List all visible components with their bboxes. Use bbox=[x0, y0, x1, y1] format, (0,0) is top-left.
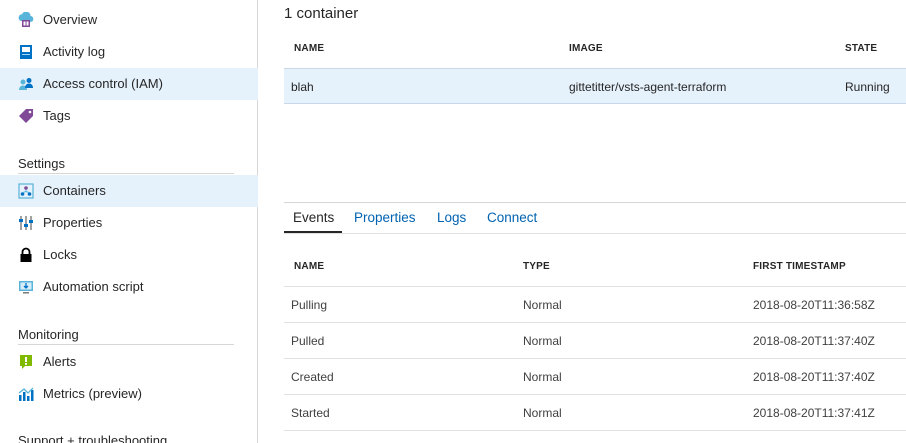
sidebar: Overview Activity log Access control (IA… bbox=[0, 0, 258, 443]
event-timestamp: 2018-08-20T11:37:41Z bbox=[753, 406, 875, 420]
container-row[interactable]: blah gittetitter/vsts-agent-terraform Ru… bbox=[284, 68, 906, 104]
iam-icon bbox=[19, 78, 33, 90]
automation-script-icon bbox=[19, 281, 33, 294]
section-divider bbox=[18, 344, 234, 345]
container-image: gittetitter/vsts-agent-terraform bbox=[569, 80, 727, 94]
container-count-title: 1 container bbox=[284, 5, 359, 22]
event-type: Normal bbox=[523, 298, 562, 312]
sidebar-item-automation-script[interactable]: Automation script bbox=[0, 271, 258, 303]
monitoring-section-title: Monitoring bbox=[18, 327, 79, 342]
sidebar-item-properties[interactable]: Properties bbox=[0, 207, 258, 239]
event-type: Normal bbox=[523, 406, 562, 420]
tab-logs[interactable]: Logs bbox=[437, 210, 466, 225]
column-header-name[interactable]: NAME bbox=[294, 261, 324, 272]
sidebar-item-label: Containers bbox=[43, 183, 106, 198]
sidebar-item-label: Properties bbox=[43, 215, 103, 230]
event-type: Normal bbox=[523, 334, 562, 348]
event-type: Normal bbox=[523, 370, 562, 384]
sidebar-item-label: Activity log bbox=[43, 44, 106, 59]
activity-log-icon bbox=[20, 45, 32, 59]
column-header-name[interactable]: NAME bbox=[294, 43, 324, 54]
sidebar-item-label: Access control (IAM) bbox=[43, 76, 163, 91]
settings-section-title: Settings bbox=[18, 156, 65, 171]
main-content: 1 container NAME IMAGE STATE blah gittet… bbox=[258, 0, 906, 443]
event-timestamp: 2018-08-20T11:37:40Z bbox=[753, 370, 875, 384]
table-row[interactable]: Pulled Normal 2018-08-20T11:37:40Z bbox=[284, 323, 906, 359]
table-row[interactable]: Started Normal 2018-08-20T11:37:41Z bbox=[284, 395, 906, 431]
table-row[interactable]: Created Normal 2018-08-20T11:37:40Z bbox=[284, 359, 906, 395]
sidebar-item-tags[interactable]: Tags bbox=[0, 100, 258, 132]
sidebar-item-label: Automation script bbox=[43, 279, 144, 294]
column-header-state[interactable]: STATE bbox=[845, 43, 877, 54]
sidebar-item-label: Overview bbox=[43, 12, 98, 27]
sidebar-item-label: Tags bbox=[43, 108, 71, 123]
tag-icon bbox=[19, 109, 33, 123]
sidebar-item-label: Alerts bbox=[43, 354, 77, 369]
containers-icon bbox=[18, 183, 34, 199]
sidebar-item-alerts[interactable]: Alerts bbox=[0, 346, 258, 378]
properties-icon bbox=[19, 216, 33, 230]
event-name: Started bbox=[291, 406, 330, 420]
support-section-title: Support + troubleshooting bbox=[18, 433, 168, 443]
section-divider bbox=[284, 202, 906, 203]
overview-icon bbox=[18, 12, 34, 27]
sidebar-item-label: Metrics (preview) bbox=[43, 386, 142, 401]
sidebar-item-access-control[interactable]: Access control (IAM) bbox=[0, 68, 258, 100]
sidebar-item-label: Locks bbox=[43, 247, 77, 262]
event-name: Pulling bbox=[291, 298, 328, 312]
column-header-first-timestamp[interactable]: FIRST TIMESTAMP bbox=[753, 261, 846, 272]
sidebar-item-containers[interactable]: Containers bbox=[0, 175, 258, 207]
tabs-divider bbox=[284, 233, 906, 234]
event-timestamp: 2018-08-20T11:36:58Z bbox=[753, 298, 875, 312]
sidebar-item-activity-log[interactable]: Activity log bbox=[0, 36, 258, 68]
tab-events[interactable]: Events bbox=[293, 210, 334, 225]
table-row[interactable]: Pulling Normal 2018-08-20T11:36:58Z bbox=[284, 287, 906, 323]
column-header-type[interactable]: TYPE bbox=[523, 261, 550, 272]
event-name: Pulled bbox=[291, 334, 325, 348]
sidebar-item-overview[interactable]: Overview bbox=[0, 4, 258, 36]
alert-icon bbox=[20, 355, 32, 369]
section-divider bbox=[18, 173, 234, 174]
event-timestamp: 2018-08-20T11:37:40Z bbox=[753, 334, 875, 348]
lock-icon bbox=[20, 247, 32, 262]
container-name: blah bbox=[291, 80, 314, 94]
metrics-icon bbox=[18, 387, 34, 401]
tab-properties[interactable]: Properties bbox=[354, 210, 416, 225]
container-state: Running bbox=[845, 80, 890, 94]
tab-connect[interactable]: Connect bbox=[487, 210, 537, 225]
sidebar-item-locks[interactable]: Locks bbox=[0, 239, 258, 271]
sidebar-item-metrics[interactable]: Metrics (preview) bbox=[0, 378, 258, 410]
column-header-image[interactable]: IMAGE bbox=[569, 43, 603, 54]
event-name: Created bbox=[291, 370, 334, 384]
